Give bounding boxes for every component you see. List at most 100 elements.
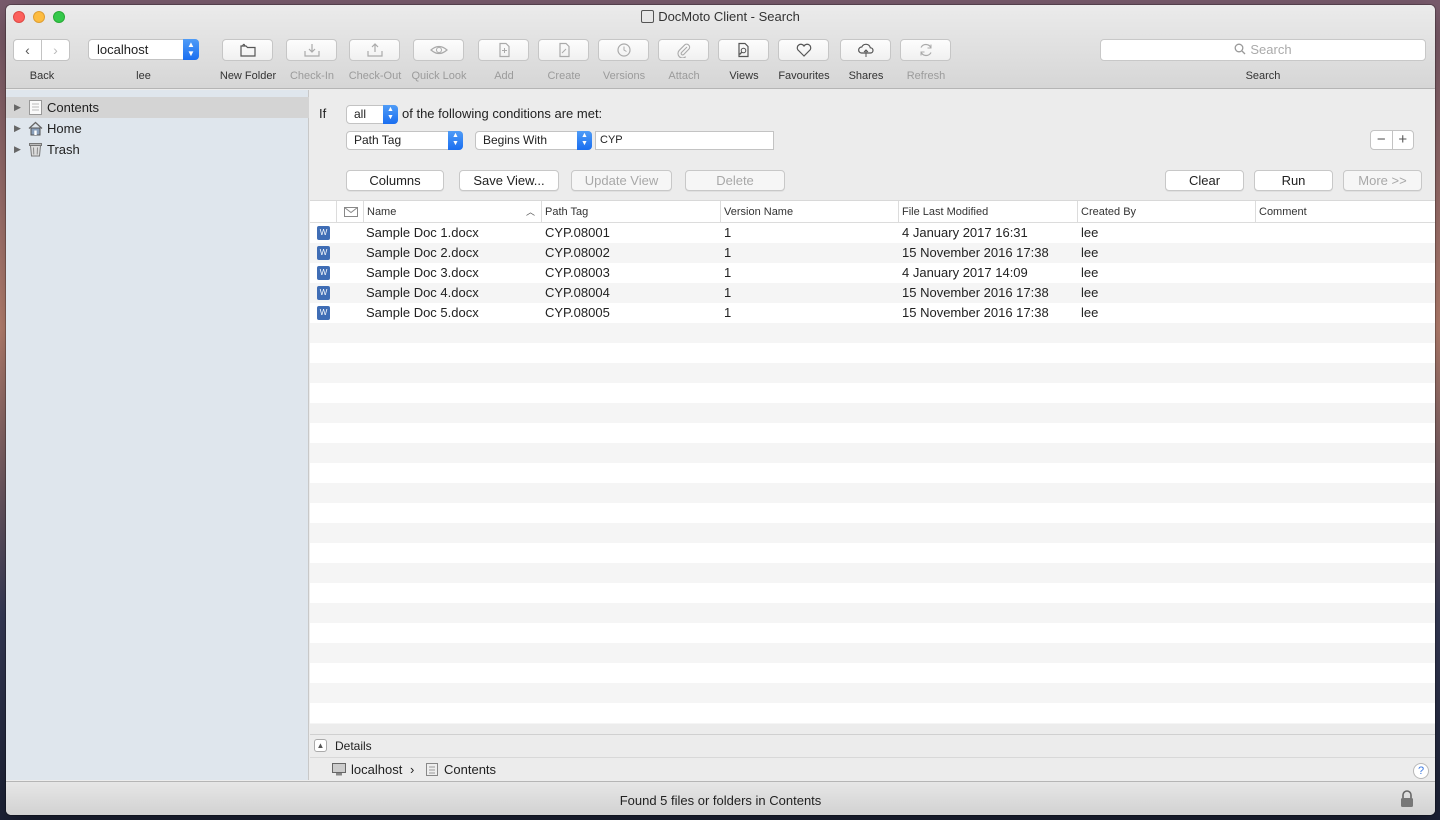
- word-document-icon: W: [317, 246, 330, 260]
- columns-button[interactable]: Columns: [346, 170, 444, 191]
- versions-button[interactable]: [598, 39, 649, 61]
- check-out-button[interactable]: [349, 39, 400, 61]
- create-button[interactable]: [538, 39, 589, 61]
- select-stepper-icon: ▲ ▼: [183, 39, 199, 60]
- column-header-created-by[interactable]: Created By: [1077, 201, 1255, 223]
- check-out-icon: [366, 43, 383, 57]
- sidebar-item-home[interactable]: ▶ Home: [6, 118, 309, 139]
- sidebar-item-label: Home: [47, 121, 82, 136]
- cell-version: 1: [724, 285, 732, 300]
- path-folder[interactable]: Contents: [444, 758, 496, 781]
- path-separator: ›: [410, 762, 415, 777]
- clear-button[interactable]: Clear: [1165, 170, 1244, 191]
- disclosure-triangle-icon[interactable]: ▶: [14, 118, 21, 139]
- back-label: Back: [29, 70, 55, 82]
- more-button[interactable]: More >>: [1343, 170, 1422, 191]
- toolbar-button-label: Refresh: [906, 70, 946, 82]
- cell-modified: 4 January 2017 14:09: [902, 265, 1028, 280]
- column-header-version-name[interactable]: Version Name: [720, 201, 898, 223]
- quick-look-button[interactable]: [413, 39, 464, 61]
- search-field[interactable]: Search: [1100, 39, 1426, 61]
- create-doc-icon: [558, 42, 570, 58]
- select-stepper-icon: ▲ ▼: [448, 131, 463, 150]
- envelope-icon: [344, 207, 358, 217]
- table-row[interactable]: W Sample Doc 3.docx CYP.08003 1 4 January 20…: [310, 263, 1435, 283]
- add-button[interactable]: [478, 39, 529, 61]
- attach-button[interactable]: [658, 39, 709, 61]
- word-document-icon: W: [317, 306, 330, 320]
- cell-modified: 15 November 2016 17:38: [902, 305, 1049, 320]
- views-icon: [737, 42, 749, 58]
- window-title: DocMoto Client - Search: [6, 9, 1435, 24]
- server-select[interactable]: localhost ▲ ▼: [88, 39, 199, 60]
- add-condition-button[interactable]: +: [1391, 131, 1414, 149]
- history-icon: [616, 43, 631, 57]
- condition-value-input[interactable]: CYP: [595, 131, 774, 150]
- column-header-label: Comment: [1259, 206, 1307, 218]
- help-button[interactable]: ?: [1413, 763, 1429, 779]
- eye-icon: [429, 45, 448, 55]
- cell-path-tag: CYP.08002: [545, 245, 610, 260]
- forward-button[interactable]: ›: [41, 40, 69, 60]
- path-server[interactable]: localhost: [351, 758, 402, 781]
- search-label: Search: [1245, 70, 1281, 82]
- add-remove-condition-control: − +: [1370, 130, 1414, 150]
- match-mode-select[interactable]: all ▲ ▼: [346, 105, 398, 124]
- refresh-icon: [919, 43, 932, 57]
- remove-condition-button[interactable]: −: [1371, 131, 1392, 149]
- cell-path-tag: CYP.08003: [545, 265, 610, 280]
- status-bar: Found 5 files or folders in Contents: [6, 781, 1435, 815]
- user-label: lee: [136, 70, 151, 82]
- magnifier-icon: [1234, 43, 1246, 55]
- word-document-icon: W: [317, 226, 330, 240]
- column-header-comment[interactable]: Comment: [1255, 201, 1435, 223]
- table-row[interactable]: W Sample Doc 2.docx CYP.08002 1 15 November …: [310, 243, 1435, 263]
- disclosure-triangle-icon[interactable]: ▶: [14, 97, 21, 118]
- shares-button[interactable]: [840, 39, 891, 61]
- condition-operator-select[interactable]: Begins With ▲ ▼: [475, 131, 592, 150]
- cell-created-by: lee: [1081, 225, 1099, 240]
- run-button[interactable]: Run: [1254, 170, 1333, 191]
- sidebar-item-trash[interactable]: ▶ Trash: [6, 139, 309, 160]
- condition-field-select[interactable]: Path Tag ▲ ▼: [346, 131, 463, 150]
- column-header-envelope[interactable]: [336, 201, 366, 223]
- titlebar-toolbar: DocMoto Client - Search ‹ › Back localho…: [6, 5, 1435, 89]
- empty-row-stripe: [310, 723, 1435, 724]
- status-text: Found 5 files or folders in Contents: [619, 793, 822, 808]
- refresh-button[interactable]: [900, 39, 951, 61]
- back-button[interactable]: ‹: [14, 40, 41, 60]
- column-header-last-modified[interactable]: File Last Modified: [898, 201, 1077, 223]
- views-button[interactable]: [718, 39, 769, 61]
- table-row[interactable]: W Sample Doc 5.docx CYP.08005 1 15 November …: [310, 303, 1435, 323]
- table-row[interactable]: W Sample Doc 4.docx CYP.08004 1 15 November …: [310, 283, 1435, 303]
- cell-name: Sample Doc 2.docx: [366, 245, 479, 260]
- column-header-path-tag[interactable]: Path Tag: [541, 201, 720, 223]
- table-row[interactable]: W Sample Doc 1.docx CYP.08001 1 4 January 20…: [310, 223, 1435, 243]
- new-folder-button[interactable]: [222, 39, 273, 61]
- check-in-button[interactable]: [286, 39, 337, 61]
- details-bar: ▲ Details: [310, 734, 1435, 756]
- expand-details-icon[interactable]: ▲: [314, 739, 327, 752]
- sidebar-item-contents[interactable]: ▶ Contents: [6, 97, 309, 118]
- empty-row-stripe: [310, 323, 1435, 343]
- lock-icon[interactable]: [1399, 790, 1415, 808]
- empty-row-stripe: [310, 683, 1435, 703]
- column-header-label: Created By: [1081, 206, 1137, 218]
- details-label: Details: [335, 739, 372, 753]
- column-header-name[interactable]: Name ︿: [363, 201, 541, 223]
- cloud-share-icon: [857, 43, 874, 57]
- app-window: DocMoto Client - Search ‹ › Back localho…: [6, 5, 1435, 815]
- empty-row-stripe: [310, 403, 1435, 423]
- cell-name: Sample Doc 4.docx: [366, 285, 479, 300]
- cell-path-tag: CYP.08001: [545, 225, 610, 240]
- disclosure-triangle-icon[interactable]: ▶: [14, 139, 21, 160]
- select-stepper-icon: ▲ ▼: [383, 105, 398, 124]
- empty-row-stripe: [310, 603, 1435, 623]
- cell-path-tag: CYP.08005: [545, 305, 610, 320]
- save-view-button[interactable]: Save View...: [459, 170, 559, 191]
- column-header-label: Version Name: [724, 206, 794, 218]
- favourites-button[interactable]: [778, 39, 829, 61]
- update-view-button[interactable]: Update View: [571, 170, 672, 191]
- delete-button[interactable]: Delete: [685, 170, 785, 191]
- back-forward-control: ‹ ›: [13, 39, 70, 61]
